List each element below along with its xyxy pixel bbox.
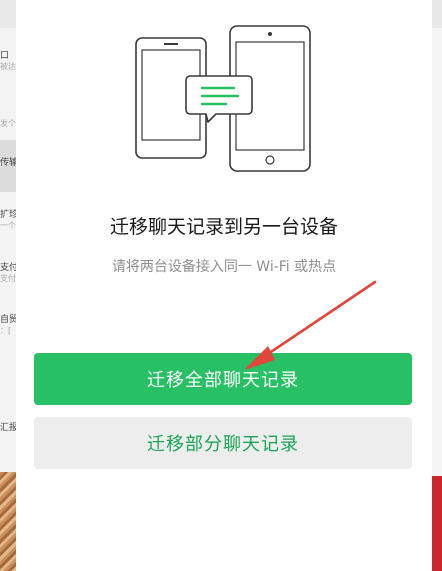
background-list-item: 传输 — [0, 158, 16, 168]
background-list-item: 口 被达 — [0, 51, 16, 71]
background-list-item: 汇报 — [0, 423, 16, 433]
background-image-right — [432, 476, 442, 571]
dialog-title: 迁移聊天记录到另一台设备 — [109, 216, 338, 238]
background-list-item: 扩珍 一个 — [0, 210, 16, 230]
background-app-header-right — [432, 0, 442, 28]
background-list-item: 支付 支付 — [0, 263, 16, 283]
migrate-all-button[interactable]: 迁移全部聊天记录 — [34, 353, 412, 405]
migrate-partial-button[interactable]: 迁移部分聊天记录 — [34, 417, 412, 469]
background-list-item: 自贸 ：[ — [0, 315, 16, 335]
background-image — [0, 472, 16, 571]
dialog-subtitle: 请将两台设备接入同一 Wi-Fi 或热点 — [111, 259, 337, 275]
background-app-left: 口 被达 发个 传输 扩珍 一个 支付 支付 自贸 ：[ 汇报 — [0, 0, 16, 571]
device-transfer-illustration — [135, 25, 311, 172]
background-app-header — [0, 0, 16, 28]
migrate-chat-dialog: 迁移聊天记录到另一台设备 请将两台设备接入同一 Wi-Fi 或热点 迁移全部聊天… — [16, 0, 432, 571]
background-app-right — [432, 0, 442, 571]
background-list-item: 发个 — [0, 119, 16, 128]
